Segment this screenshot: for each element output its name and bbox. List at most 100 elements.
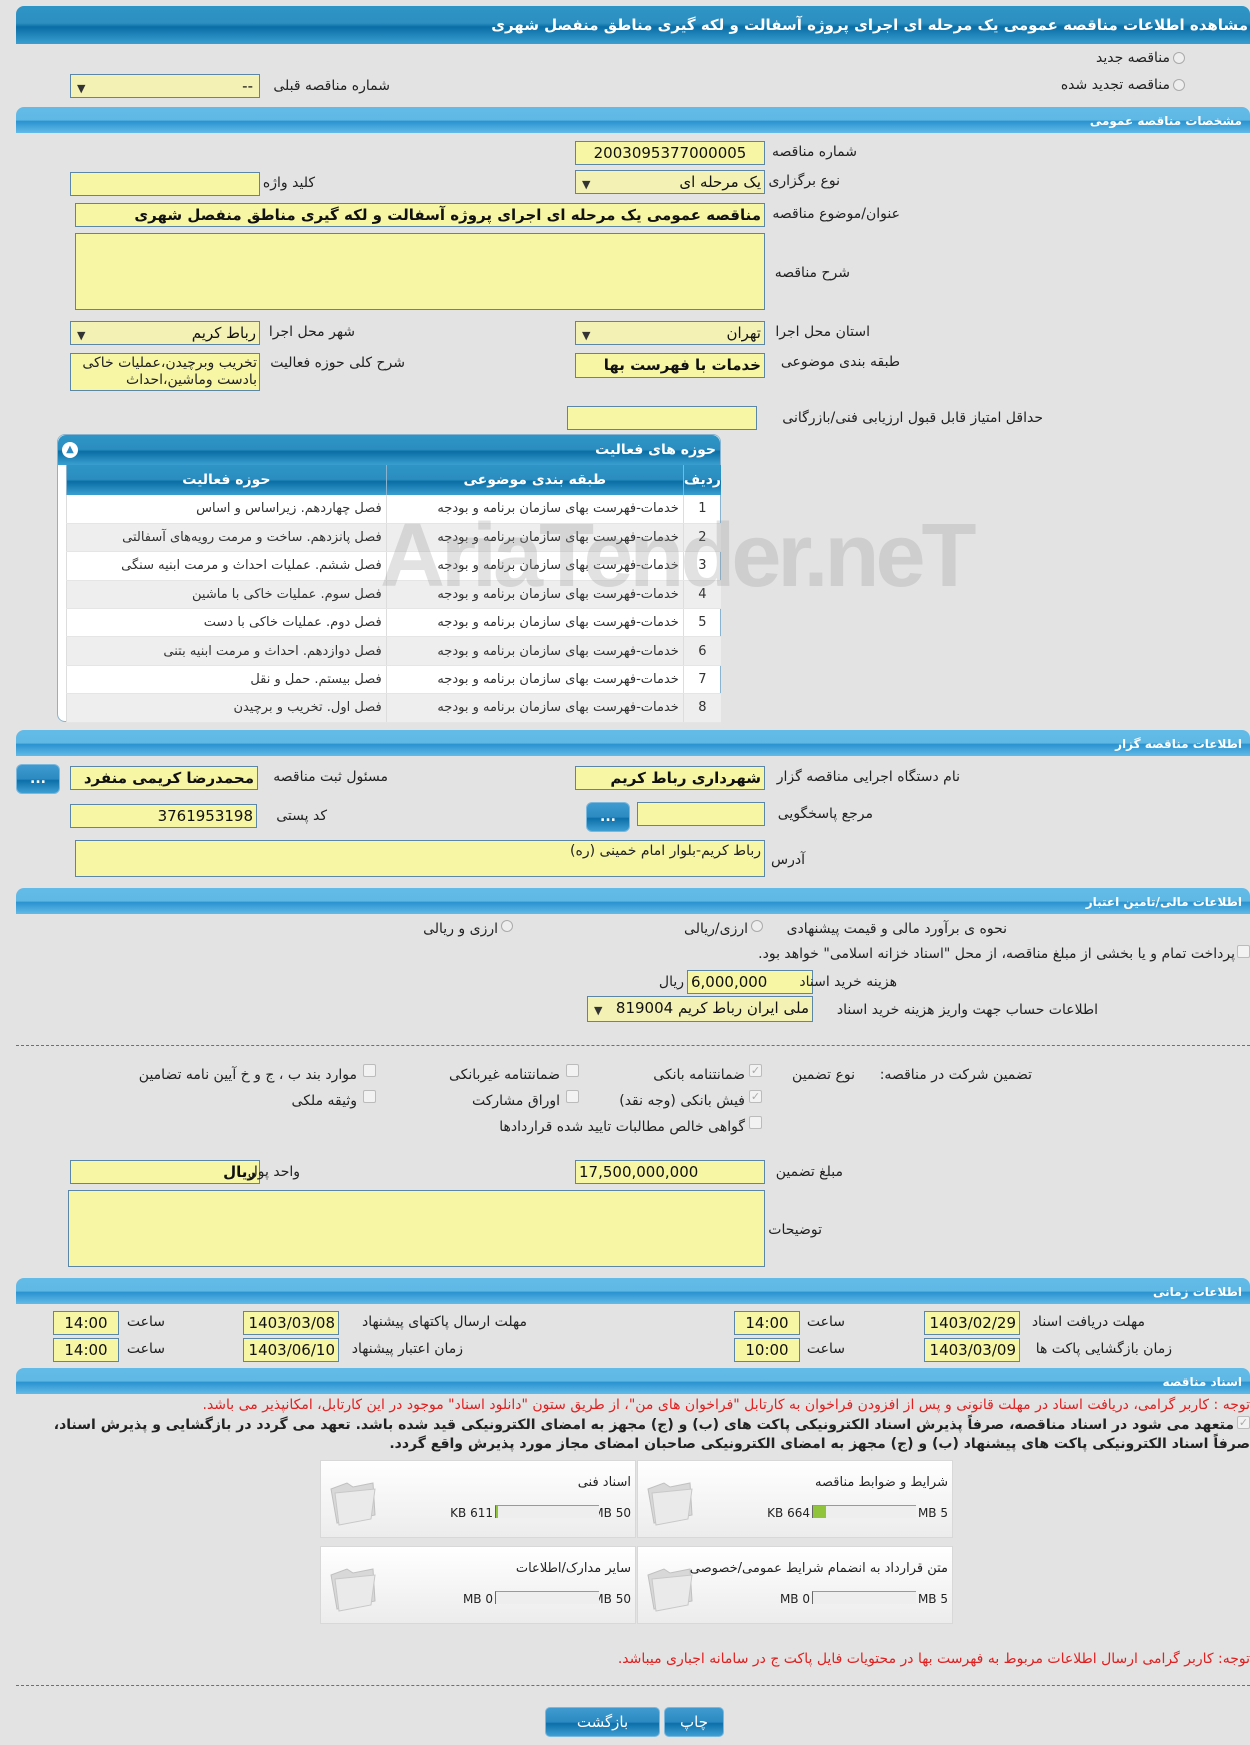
doc-deadline-time[interactable]: 14:00: [734, 1311, 800, 1335]
row-category: خدمات-فهرست بهای سازمان برنامه و بودجه: [385, 693, 684, 723]
property-checkbox[interactable]: [363, 1090, 376, 1103]
document-card[interactable]: اسناد فنی 50 MB 611 KB: [320, 1460, 636, 1538]
treasury-checkbox[interactable]: [1237, 945, 1250, 958]
activity-desc-label: شرح کلی حوزه فعالیت: [270, 355, 405, 371]
min-score-input[interactable]: [567, 406, 757, 430]
upload-progress-bar: [495, 1505, 599, 1518]
divider: [16, 1045, 1250, 1046]
address-field[interactable]: رباط کریم-بلوار امام خمینی (ره): [75, 840, 765, 877]
postal-code-field[interactable]: 3761953198: [70, 804, 257, 828]
upload-progress-bar: [495, 1591, 599, 1604]
notes-textarea[interactable]: [68, 1190, 765, 1267]
back-button[interactable]: بازگشت: [545, 1707, 660, 1737]
subject-field[interactable]: مناقصه عمومی یک مرحله ای اجرای پروژه آسف…: [75, 203, 765, 227]
finance-section-header: اطلاعات مالی/تامین اعتبار: [16, 888, 1250, 914]
footer-notice: توجه: کاربر گرامی ارسال اطلاعات مربوط به…: [617, 1651, 1250, 1667]
row-field: فصل سوم. عملیات خاکی با ماشین: [66, 580, 387, 610]
activities-panel-header: حوزه های فعالیت ▲: [58, 435, 720, 465]
rial-radio[interactable]: [751, 920, 763, 932]
bank-guarantee-checkbox[interactable]: ✓: [749, 1064, 762, 1077]
opening-time-label: ساعت: [806, 1341, 845, 1357]
row-category: خدمات-فهرست بهای سازمان برنامه و بودجه: [385, 523, 684, 553]
document-card[interactable]: متن قرارداد به انضمام شرایط عمومی/خصوصی 5…: [637, 1546, 953, 1624]
table-row: 6 خدمات-فهرست بهای سازمان برنامه و بودجه ف…: [66, 636, 721, 666]
currency-field[interactable]: ریال: [70, 1160, 260, 1184]
submit-deadline-time-label: ساعت: [126, 1314, 165, 1330]
bylaw-items-checkbox[interactable]: [363, 1064, 376, 1077]
reference-input[interactable]: [637, 802, 765, 826]
document-card[interactable]: سایر مدارک/اطلاعات 50 MB 0 MB: [320, 1546, 636, 1624]
opening-date[interactable]: 1403/03/09: [924, 1338, 1020, 1362]
new-tender-radio[interactable]: [1173, 52, 1185, 64]
table-row: 4 خدمات-فهرست بهای سازمان برنامه و بودجه ف…: [66, 580, 721, 610]
tender-number-field[interactable]: 2003095377000005: [575, 141, 765, 165]
submit-deadline-date[interactable]: 1403/03/08: [243, 1311, 339, 1335]
row-field: فصل پانزدهم. ساخت و مرمت رویه‌های آسفالت…: [66, 523, 387, 553]
subject-label: عنوان/موضوع مناقصه: [772, 206, 900, 222]
org-name-field[interactable]: شهرداری رباط کریم: [575, 766, 765, 790]
tender-number-label: شماره مناقصه: [772, 144, 857, 160]
document-title: اسناد فنی: [577, 1475, 631, 1490]
tender-type-value: یک مرحله ای: [679, 173, 761, 191]
bonds-checkbox[interactable]: [566, 1090, 579, 1103]
previous-number-value: --: [242, 77, 253, 95]
doc-fee-field[interactable]: 6,000,000: [687, 970, 813, 994]
previous-number-select[interactable]: -- ▼: [70, 74, 260, 98]
validity-time[interactable]: 14:00: [53, 1338, 119, 1362]
doc-deadline-date[interactable]: 1403/02/29: [924, 1311, 1020, 1335]
upload-progress-bar: [812, 1591, 916, 1604]
category-field[interactable]: خدمات با فهرست بها: [575, 353, 765, 378]
row-field: فصل چهاردهم. زیراساس و اساس: [66, 495, 387, 524]
chevron-down-icon: ▼: [77, 329, 86, 342]
row-field: فصل دوم. عملیات خاکی با دست: [66, 608, 387, 638]
account-select[interactable]: ملی ایران رباط کریم 819004 ▼: [587, 996, 813, 1022]
commitment-checkbox[interactable]: ✓: [1237, 1416, 1250, 1429]
renewed-tender-radio[interactable]: [1173, 79, 1185, 91]
registrar-field[interactable]: محمدرضا کریمی منفرد: [70, 766, 258, 790]
fx-rial-radio[interactable]: [501, 920, 513, 932]
organizer-section-header: اطلاعات مناقصه گزار: [16, 730, 1250, 756]
province-value: تهران: [726, 324, 761, 342]
activity-desc-field[interactable]: تخریب وبرچیدن،عملیات خاکی بادست وماشین،ا…: [70, 353, 260, 391]
folder-icon: [647, 1568, 693, 1612]
nonbank-guarantee-label: ضمانتنامه غیربانکی: [448, 1067, 560, 1083]
opening-time[interactable]: 10:00: [734, 1338, 800, 1362]
receivables-checkbox[interactable]: [749, 1116, 762, 1129]
guarantee-amount-field[interactable]: 17,500,000,000: [575, 1160, 765, 1184]
row-number: 7: [682, 665, 721, 695]
property-label: وثیقه ملکی: [291, 1093, 357, 1109]
submit-deadline-time[interactable]: 14:00: [53, 1311, 119, 1335]
org-name-label: نام دستگاه اجرایی مناقصه گزار: [776, 769, 960, 785]
bylaw-items-label: موارد بند ب ، ج و خ آیین نامه تضامین: [138, 1067, 357, 1083]
rial-option-label: ارزی/ریالی: [684, 921, 748, 937]
nonbank-guarantee-checkbox[interactable]: [566, 1064, 579, 1077]
estimate-label: نحوه ی برآورد مالی و قیمت پیشنهادی: [786, 921, 1007, 937]
province-select[interactable]: تهران ▼: [575, 321, 765, 345]
activities-panel: حوزه های فعالیت ▲ ردیف طبقه بندی موضوعی …: [57, 434, 721, 723]
document-card[interactable]: شرایط و ضوابط مناقصه 5 MB 664 KB: [637, 1460, 953, 1538]
description-textarea[interactable]: [75, 233, 765, 310]
postal-code-label: کد پستی: [276, 808, 327, 824]
print-button[interactable]: چاپ: [664, 1707, 724, 1737]
city-select[interactable]: رباط کریم ▼: [70, 321, 260, 345]
keyword-input[interactable]: [70, 172, 260, 196]
document-size: 664 KB: [767, 1506, 810, 1520]
row-category: خدمات-فهرست بهای سازمان برنامه و بودجه: [385, 608, 684, 638]
tender-type-select[interactable]: یک مرحله ای ▼: [575, 170, 765, 194]
row-field: فصل ششم. عملیات احداث و مرمت ابنیه سنگی: [66, 551, 387, 581]
validity-date[interactable]: 1403/06/10: [243, 1338, 339, 1362]
row-number: 4: [682, 580, 721, 610]
document-size: 611 KB: [450, 1506, 493, 1520]
divider: [16, 1685, 1250, 1686]
folder-icon: [330, 1482, 376, 1526]
bank-guarantee-label: ضمانتنامه بانکی: [653, 1067, 745, 1083]
row-number: 6: [682, 636, 721, 666]
doc-fee-label: هزینه خرید اسناد: [799, 974, 897, 990]
collapse-icon[interactable]: ▲: [62, 442, 78, 458]
row-number: 8: [682, 693, 721, 723]
cash-receipt-checkbox[interactable]: ✓: [749, 1090, 762, 1103]
doc-fee-unit: ریال: [658, 974, 684, 990]
reference-more-button[interactable]: ...: [586, 802, 630, 832]
col-category: طبقه بندی موضوعی: [385, 465, 684, 495]
registrar-more-button[interactable]: ...: [16, 764, 60, 794]
